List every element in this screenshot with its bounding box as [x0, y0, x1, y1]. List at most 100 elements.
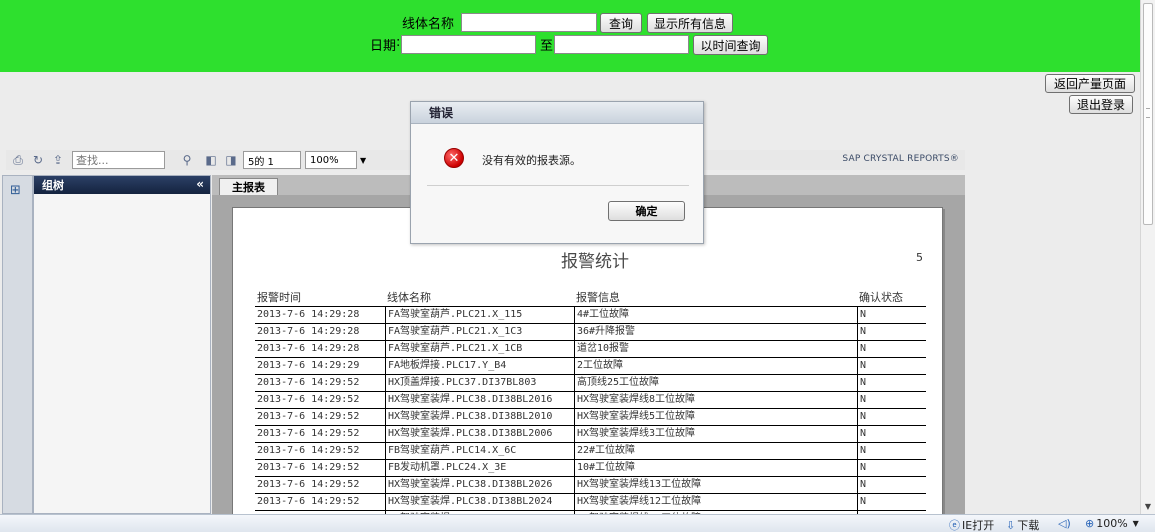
table-cell: N — [857, 409, 926, 425]
group-tree-label: 组树 — [42, 179, 64, 192]
table-cell: 高顶线25工位故障 — [574, 375, 857, 391]
table-cell: FB发动机罩.PLC24.X_3E — [385, 460, 574, 476]
scroll-down-arrow-icon[interactable]: ▼ — [1142, 501, 1154, 513]
time-query-button[interactable]: 以时间查询 — [693, 35, 768, 55]
table-cell: 2013-7-6 14:29:52 — [257, 428, 360, 439]
date-to-input[interactable] — [554, 35, 689, 54]
table-cell: 4#工位故障 — [574, 307, 857, 323]
table-cell: FA驾驶室葫芦.PLC21.X_115 — [385, 307, 574, 323]
tab-main-report[interactable]: 主报表 — [219, 178, 278, 195]
alarm-table-body: 2013-7-6 14:29:28 FA驾驶室葫芦.PLC21.X_115 4#工位… — [255, 307, 926, 514]
table-cell: HX驾驶室装焊.PLC38.DI38BL2016 — [385, 392, 574, 408]
table-row: 2013-7-6 14:29:28 FA驾驶室葫芦.PLC21.X_1C3 36#升… — [255, 324, 926, 341]
export-icon[interactable]: ⇪ — [50, 152, 66, 168]
sound-button[interactable]: ◁) — [1058, 517, 1073, 530]
table-cell: N — [857, 375, 926, 391]
table-cell: 道岔10报警 — [574, 341, 857, 357]
table-row: 2013-7-6 14:29:52 HX驾驶室装焊.PLC38.DI38BL201… — [255, 409, 926, 426]
to-label: 至 — [540, 39, 554, 54]
page-scrollbar[interactable]: ▼ — [1140, 0, 1155, 514]
open-in-ie-button[interactable]: ⓔ IE打开 — [949, 517, 994, 532]
table-row: 2013-7-6 14:29:28 FA驾驶室葫芦.PLC21.X_1CB 道岔10… — [255, 341, 926, 358]
table-cell: 10#工位故障 — [574, 460, 857, 476]
col-alarm-time: 报警时间 — [257, 291, 301, 304]
col-alarm-info: 报警信息 — [576, 291, 620, 304]
prev-page-icon[interactable]: ◧ — [203, 152, 219, 168]
group-tree-panel: 组树 « — [33, 175, 211, 514]
find-input[interactable] — [72, 151, 165, 169]
table-row: 2013-7-6 14:29:28 FA驾驶室葫芦.PLC21.X_115 4#工位… — [255, 307, 926, 324]
dialog-divider — [427, 185, 689, 186]
next-page-icon[interactable]: ◨ — [223, 152, 239, 168]
table-cell: N — [857, 341, 926, 357]
date-colon: : — [396, 35, 401, 50]
table-cell: HX驾驶室装焊线8工位故障 — [574, 392, 857, 408]
table-cell: N — [857, 324, 926, 340]
table-cell: 2013-7-6 14:29:28 — [257, 326, 360, 337]
table-cell: N — [857, 443, 926, 459]
table-cell: HX驾驶室装焊线5工位故障 — [574, 409, 857, 425]
table-cell: FA地板焊接.PLC17.Y_B4 — [385, 358, 574, 374]
back-to-production-button[interactable]: 返回产量页面 — [1045, 74, 1135, 93]
logout-button[interactable]: 退出登录 — [1069, 95, 1133, 114]
page-of-text: 5的 1 — [248, 156, 274, 168]
show-all-button[interactable]: 显示所有信息 — [647, 13, 733, 33]
ie-icon: ⓔ — [949, 519, 960, 532]
table-cell: HX驾驶室装焊.PLC38.DI38BL2024 — [385, 494, 574, 510]
table-cell: N — [857, 460, 926, 476]
table-cell: HX驾驶室装焊线3工位故障 — [574, 426, 857, 442]
query-button[interactable]: 查询 — [600, 13, 642, 33]
table-cell: N — [857, 494, 926, 510]
table-row: 2013-7-6 14:29:52 HX驾驶室装焊.PLC38.DI38BL201… — [255, 392, 926, 409]
table-cell: HX驾驶室装焊线12工位故障 — [574, 494, 857, 510]
zoom-control[interactable]: ⊕ 100% ▼ — [1085, 517, 1139, 530]
alarm-table-header: 报警时间 线体名称 报警信息 确认状态 — [255, 290, 926, 307]
table-cell: 2013-7-6 14:29:52 — [257, 479, 360, 490]
table-cell: 2013-7-6 14:29:28 — [257, 309, 360, 320]
refresh-icon[interactable]: ↻ — [30, 152, 46, 168]
table-cell: FB驾驶室葫芦.PLC14.X_6C — [385, 443, 574, 459]
line-name-input[interactable] — [461, 13, 597, 32]
error-dialog: 错误 ✕ 没有有效的报表源。 确定 — [410, 101, 704, 244]
dialog-title: 错误 — [411, 102, 703, 124]
group-tree-icon[interactable]: ⊞ — [10, 183, 26, 199]
download-button[interactable]: ⇩ 下载 — [1006, 517, 1039, 532]
table-cell: HX驾驶室装焊.PLC38.DI38BL2010 — [385, 409, 574, 425]
print-icon[interactable]: ⎙ — [10, 152, 26, 168]
ok-button[interactable]: 确定 — [608, 201, 685, 221]
page-indicator[interactable]: 5的 1 — [243, 151, 301, 169]
speaker-icon: ◁) — [1058, 517, 1071, 530]
table-row: 2013-7-6 14:29:29 FA地板焊接.PLC17.Y_B4 2工位故障 N — [255, 358, 926, 375]
dialog-message: 没有有效的报表源。 — [482, 154, 581, 167]
table-row: 2013-7-6 14:29:52 HX顶盖焊接.PLC37.DI37BL803 高… — [255, 375, 926, 392]
table-cell: N — [857, 392, 926, 408]
download-label: 下载 — [1017, 519, 1040, 532]
table-cell: HX驾驶室装焊线13工位故障 — [574, 477, 857, 493]
table-row: 2013-7-6 14:29:52 FB发动机罩.PLC24.X_3E 10#工位故… — [255, 460, 926, 477]
crystal-reports-brand: SAP CRYSTAL REPORTS® — [842, 154, 959, 164]
zoom-select[interactable]: 100% — [305, 151, 357, 169]
table-cell: 2013-7-6 14:29:52 — [257, 394, 360, 405]
table-row: 2013-7-6 14:29:52 HX驾驶室装焊.PLC38.DI38BL200… — [255, 426, 926, 443]
table-cell: HX顶盖焊接.PLC37.DI37BL803 — [385, 375, 574, 391]
col-confirm-status: 确认状态 — [859, 291, 903, 304]
group-tree-toggle-strip: ⊞ — [2, 175, 33, 514]
table-cell: 2013-7-6 14:29:52 — [257, 445, 360, 456]
table-cell: 2013-7-6 14:29:52 — [257, 411, 360, 422]
status-zoom-value: 100% — [1096, 517, 1128, 530]
zoom-caret-icon: ▼ — [1132, 519, 1139, 528]
group-tree-header: 组树 « — [34, 176, 210, 194]
table-cell: 36#升降报警 — [574, 324, 857, 340]
col-line-name: 线体名称 — [387, 291, 431, 304]
zoom-icon: ⊕ — [1085, 517, 1095, 530]
table-cell: HX驾驶室装焊.PLC38.DI38BL2006 — [385, 426, 574, 442]
table-row: 2013-7-6 14:29:52 FB驾驶室葫芦.PLC14.X_6C 22#工位… — [255, 443, 926, 460]
table-cell: N — [857, 426, 926, 442]
binoculars-icon[interactable]: ⚲ — [179, 152, 195, 168]
date-from-input[interactable] — [401, 35, 536, 54]
scrollbar-thumb[interactable] — [1143, 3, 1153, 225]
report-page-number: 5 — [916, 251, 923, 264]
collapse-panel-icon[interactable]: « — [196, 177, 204, 191]
zoom-dropdown-icon[interactable]: ▼ — [360, 156, 366, 165]
table-cell: N — [857, 358, 926, 374]
